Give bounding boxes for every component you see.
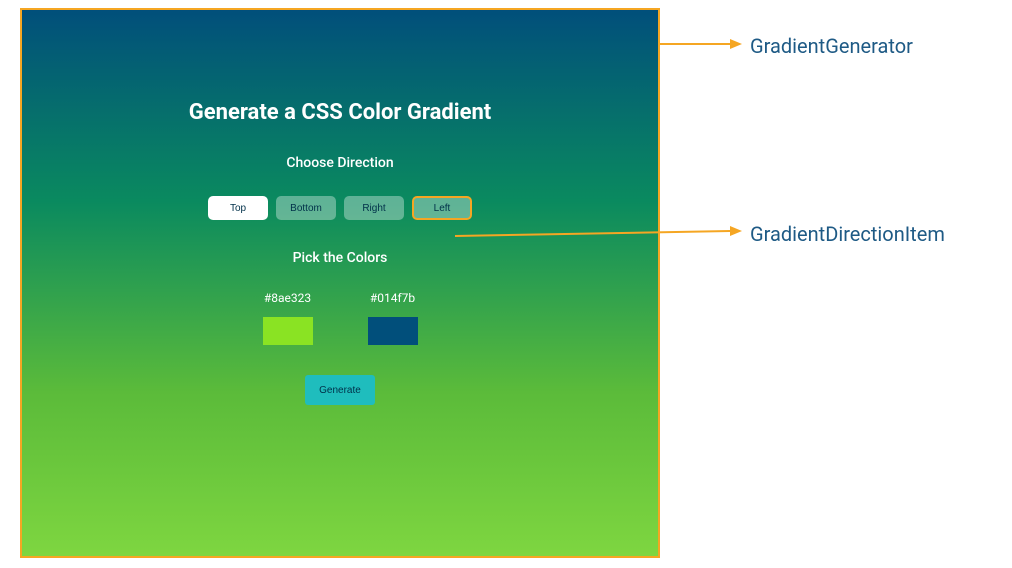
color-hex-1: #8ae323 — [264, 291, 311, 305]
color-item-2: #014f7b — [368, 291, 418, 345]
generate-button[interactable]: Generate — [305, 375, 375, 405]
direction-bottom-button[interactable]: Bottom — [276, 196, 336, 220]
direction-row: Top Bottom Right Left — [208, 196, 472, 220]
color-hex-2: #014f7b — [370, 291, 415, 305]
color-swatch-2[interactable] — [368, 317, 418, 345]
color-swatch-1[interactable] — [263, 317, 313, 345]
choose-direction-label: Choose Direction — [286, 155, 393, 171]
direction-left-button[interactable]: Left — [412, 196, 472, 220]
arrow-to-gradient-generator — [660, 38, 745, 50]
color-item-1: #8ae323 — [263, 291, 313, 345]
panel-title: Generate a CSS Color Gradient — [189, 100, 491, 125]
pick-colors-label: Pick the Colors — [293, 250, 388, 266]
direction-top-button[interactable]: Top — [208, 196, 268, 220]
direction-right-button[interactable]: Right — [344, 196, 404, 220]
gradient-generator-panel: Generate a CSS Color Gradient Choose Dir… — [20, 8, 660, 558]
arrow-to-gradient-direction-item — [455, 222, 745, 242]
colors-row: #8ae323 #014f7b — [263, 291, 418, 345]
annotation-gradient-generator: GradientGenerator — [750, 34, 913, 58]
annotation-gradient-direction-item: GradientDirectionItem — [750, 222, 945, 246]
